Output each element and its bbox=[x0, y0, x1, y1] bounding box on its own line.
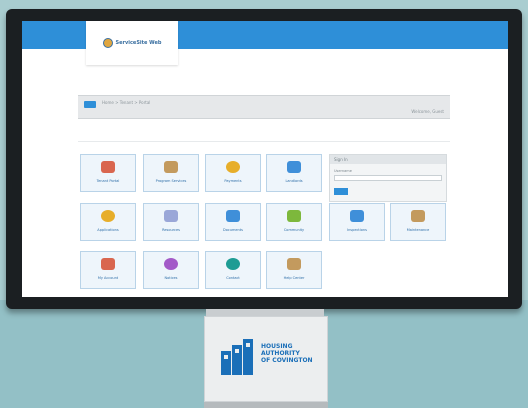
logo-mark-icon bbox=[102, 38, 113, 48]
kiosk-screen: ServiceSite Web Home > Tenant > Portal W… bbox=[22, 21, 508, 297]
divider bbox=[78, 141, 450, 142]
logo-text: ServiceSite Web bbox=[115, 40, 162, 46]
people-icon bbox=[350, 210, 364, 222]
building-icon bbox=[164, 161, 178, 173]
tile-label: Community bbox=[283, 228, 305, 232]
wrench-icon bbox=[164, 210, 178, 222]
navigation-bar: Home > Tenant > Portal Welcome, Guest bbox=[78, 95, 450, 119]
tile-label: Inspections bbox=[347, 228, 367, 232]
sign-text: HOUSING AUTHORITY OF COVINGTON bbox=[261, 343, 323, 364]
tile-applications[interactable]: Applications bbox=[80, 203, 136, 241]
building-icon bbox=[287, 258, 301, 270]
username-label: Username bbox=[334, 169, 352, 173]
housing-authority-sign: HOUSING AUTHORITY OF COVINGTON bbox=[204, 316, 328, 402]
tile-my-account[interactable]: My Account bbox=[80, 251, 136, 289]
tile-label: Maintenance bbox=[406, 228, 430, 232]
login-panel: Sign In Username bbox=[329, 154, 447, 202]
breadcrumb: Home > Tenant > Portal bbox=[102, 100, 151, 105]
tile-label: Help Center bbox=[283, 276, 305, 280]
sign-line-3: OF COVINGTON bbox=[261, 357, 313, 364]
tile-label: Applications bbox=[97, 228, 119, 232]
dollar-icon bbox=[226, 161, 240, 173]
coins-icon bbox=[101, 210, 115, 222]
tile-maintenance[interactable]: Maintenance bbox=[390, 203, 446, 241]
tile-notices[interactable]: Notices bbox=[143, 251, 199, 289]
tile-label: Resources bbox=[162, 228, 180, 232]
kiosk-monitor: ServiceSite Web Home > Tenant > Portal W… bbox=[6, 9, 522, 309]
site-logo[interactable]: ServiceSite Web bbox=[86, 21, 178, 65]
tile-label: Notices bbox=[164, 276, 178, 280]
document-icon bbox=[101, 161, 115, 173]
tile-program-services[interactable]: Program Services bbox=[143, 154, 199, 192]
tile-documents[interactable]: Documents bbox=[205, 203, 261, 241]
tile-resources[interactable]: Resources bbox=[143, 203, 199, 241]
house-icon bbox=[101, 258, 115, 270]
tile-label: Program Services bbox=[155, 179, 187, 183]
tile-label: My Account bbox=[97, 276, 119, 280]
welcome-text: Welcome, Guest bbox=[411, 109, 444, 114]
message-icon bbox=[164, 258, 178, 270]
tile-inspections[interactable]: Inspections bbox=[329, 203, 385, 241]
login-button[interactable] bbox=[334, 188, 348, 195]
folder-icon bbox=[226, 210, 240, 222]
tile-label: Payments bbox=[224, 179, 242, 183]
tile-tenant-portal[interactable]: Tenant Portal bbox=[80, 154, 136, 192]
sign-line-2: AUTHORITY bbox=[261, 350, 300, 357]
tile-label: Landlords bbox=[285, 179, 303, 183]
tile-label: Tenant Portal bbox=[96, 179, 120, 183]
tile-payments[interactable]: Payments bbox=[205, 154, 261, 192]
stand-base bbox=[204, 402, 328, 408]
tile-help-center[interactable]: Help Center bbox=[266, 251, 322, 289]
username-input[interactable] bbox=[334, 175, 442, 181]
login-title: Sign In bbox=[334, 157, 348, 162]
info-icon bbox=[226, 258, 240, 270]
sign-line-1: HOUSING bbox=[261, 343, 293, 350]
group-icon bbox=[287, 210, 301, 222]
login-header: Sign In bbox=[330, 155, 446, 164]
tile-contact[interactable]: Contact bbox=[205, 251, 261, 289]
home-button[interactable] bbox=[84, 101, 96, 108]
tile-community[interactable]: Community bbox=[266, 203, 322, 241]
people-icon bbox=[287, 161, 301, 173]
building-logo-icon bbox=[221, 339, 253, 375]
tile-label: Contact bbox=[226, 276, 240, 280]
tile-landlords[interactable]: Landlords bbox=[266, 154, 322, 192]
tile-label: Documents bbox=[223, 228, 243, 232]
box-icon bbox=[411, 210, 425, 222]
